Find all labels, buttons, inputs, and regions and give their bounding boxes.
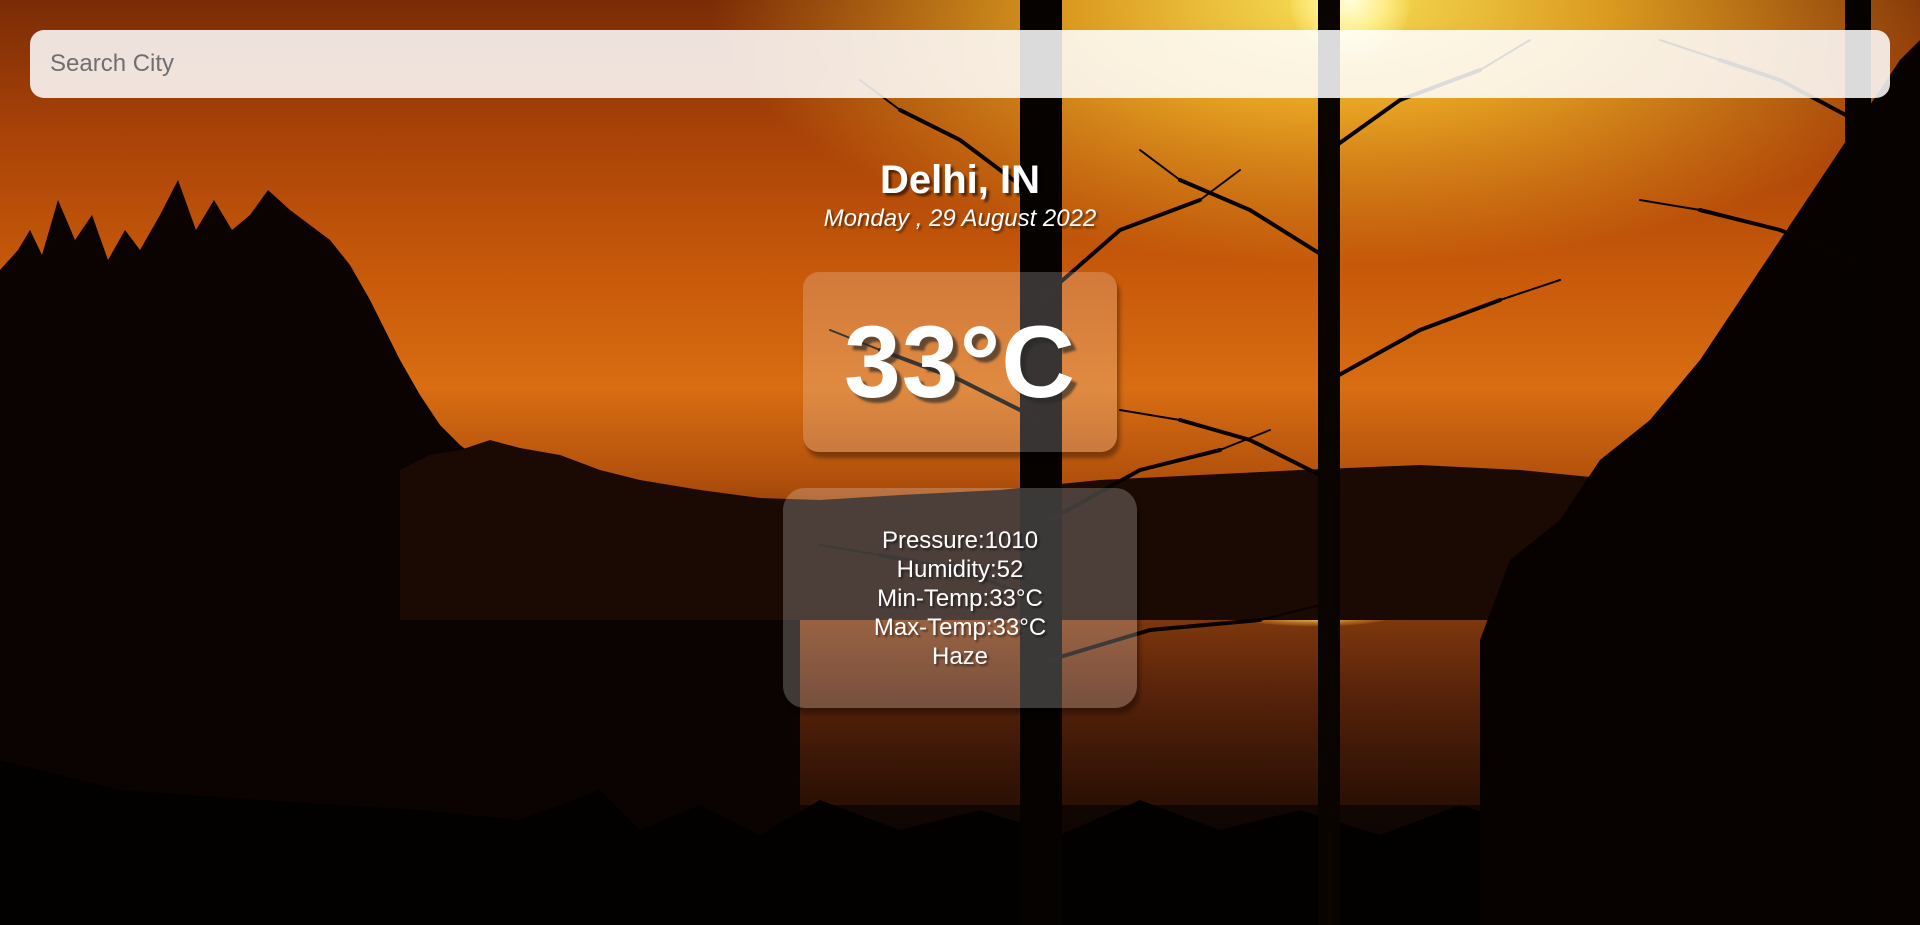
min-temp-text: Min-Temp:33°C bbox=[877, 584, 1043, 612]
temperature-card: 33°C bbox=[803, 272, 1117, 452]
weather-details-card: Pressure:1010 Humidity:52 Min-Temp:33°C … bbox=[783, 488, 1137, 708]
forest-silhouette bbox=[0, 0, 1920, 925]
search-input[interactable] bbox=[30, 30, 1890, 98]
max-temp-text: Max-Temp:33°C bbox=[873, 613, 1047, 641]
current-date: Monday , 29 August 2022 bbox=[823, 205, 1097, 232]
temperature-value: 33°C bbox=[844, 304, 1076, 419]
humidity-text: Humidity:52 bbox=[896, 555, 1024, 583]
background-image bbox=[0, 0, 1920, 925]
search-bar bbox=[30, 30, 1890, 98]
weather-condition-text: Haze bbox=[931, 642, 989, 670]
pressure-text: Pressure:1010 bbox=[881, 526, 1039, 554]
city-name: Delhi, IN bbox=[879, 158, 1041, 202]
